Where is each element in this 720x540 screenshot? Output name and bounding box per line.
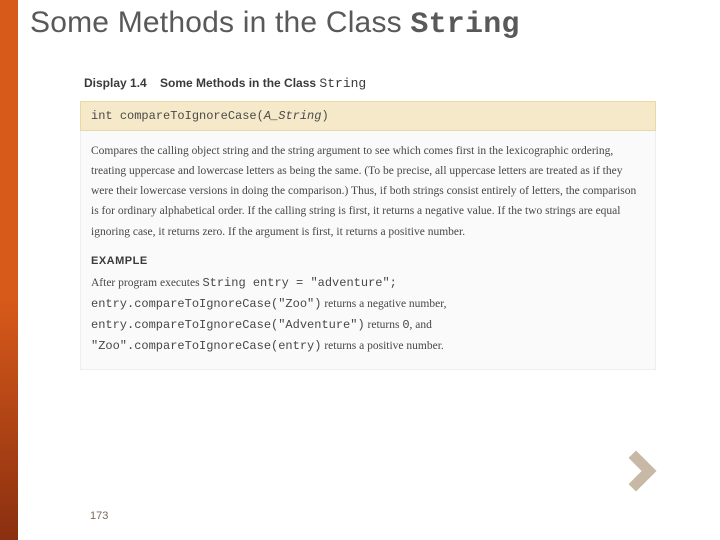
- figure-box: Display 1.4 Some Methods in the Class St…: [80, 70, 656, 370]
- ex4-text: returns a positive number.: [321, 340, 443, 352]
- slide-title: Some Methods in the Class String: [30, 6, 520, 42]
- example-heading: EXAMPLE: [91, 252, 645, 271]
- ex2-code: entry.compareToIgnoreCase("Zoo"): [91, 297, 321, 311]
- ex1-text: After program executes: [91, 277, 202, 289]
- ex3-zero: 0: [402, 318, 409, 332]
- sig-arg: A_String: [264, 109, 322, 123]
- ex2-text: returns a negative number,: [321, 298, 446, 310]
- title-prefix: Some Methods in the Class: [30, 6, 410, 39]
- example-line-1: After program executes String entry = "a…: [91, 273, 645, 294]
- ex3-text: returns: [365, 319, 403, 331]
- display-label: Display 1.4: [84, 76, 147, 90]
- ex4-code: "Zoo".compareToIgnoreCase(entry): [91, 339, 321, 353]
- caption-text: Some Methods in the Class: [160, 76, 319, 90]
- title-class: String: [410, 8, 519, 42]
- example-line-4: "Zoo".compareToIgnoreCase(entry) returns…: [91, 336, 645, 357]
- page-number: 173: [90, 510, 108, 522]
- sig-name: compareToIgnoreCase(: [120, 109, 264, 123]
- sig-close: ): [321, 109, 328, 123]
- ex3-tail: , and: [410, 319, 432, 331]
- example-line-3: entry.compareToIgnoreCase("Adventure") r…: [91, 315, 645, 336]
- description-box: Compares the calling object string and t…: [80, 131, 656, 370]
- caption-class: String: [319, 76, 366, 91]
- sig-return: int: [91, 109, 120, 123]
- figure-caption: Display 1.4 Some Methods in the Class St…: [80, 70, 656, 101]
- ex3-code: entry.compareToIgnoreCase("Adventure"): [91, 318, 365, 332]
- example-line-2: entry.compareToIgnoreCase("Zoo") returns…: [91, 294, 645, 315]
- method-description: Compares the calling object string and t…: [91, 141, 645, 242]
- chevron-right-icon: [626, 450, 668, 492]
- accent-side-bar: [0, 0, 18, 540]
- ex1-code: String entry = "adventure";: [202, 276, 396, 290]
- method-signature: int compareToIgnoreCase(A_String): [80, 101, 656, 131]
